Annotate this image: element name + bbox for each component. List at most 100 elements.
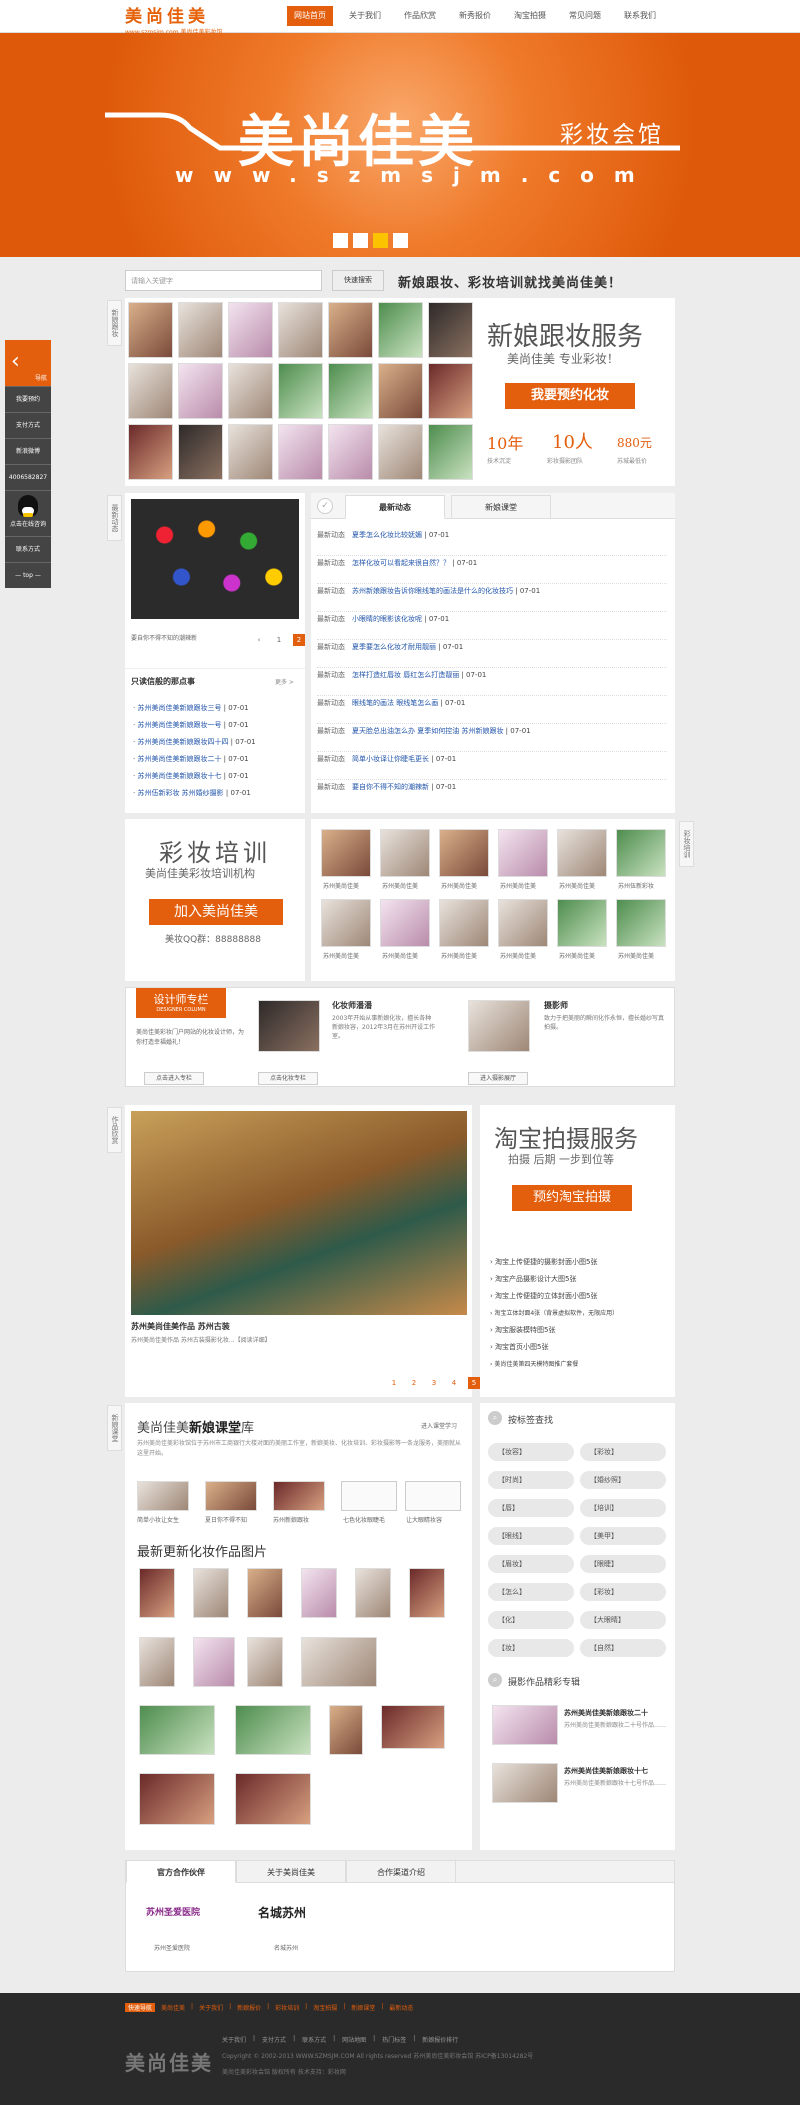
lesson-thumb[interactable] [205, 1481, 257, 1511]
footer-link[interactable]: 关于我们 [222, 2035, 246, 2044]
album-photo[interactable] [131, 1111, 467, 1315]
list-item[interactable]: · 苏州美尚佳美新娘跟妆三号 | 07-01 [133, 703, 249, 713]
page-link[interactable]: 1 [273, 634, 285, 646]
tag-pill[interactable]: 【自然】 [580, 1639, 666, 1657]
latest-thumb[interactable] [193, 1568, 229, 1618]
footer-link[interactable]: 关于我们 [199, 2003, 223, 2012]
latest-thumb[interactable] [355, 1568, 391, 1618]
work-thumb[interactable] [178, 363, 223, 419]
sidebar-toggle[interactable]: ‹ 导航 [5, 340, 51, 386]
tag-pill[interactable]: 【眼线】 [488, 1527, 574, 1545]
gallery-button[interactable]: 进入摄影展厅 [468, 1072, 528, 1085]
partner-logo[interactable]: 名城苏州 [242, 1897, 322, 1929]
gallery-thumb[interactable] [616, 899, 666, 947]
sidebar-item-qq[interactable]: 点击在线咨询 [5, 490, 51, 536]
page-link[interactable]: 2 [408, 1377, 420, 1389]
lesson-caption[interactable]: 让大眼睛妆容 [406, 1515, 442, 1524]
taobao-item[interactable]: › 淘宝首页小图5张 [490, 1342, 549, 1352]
work-thumb[interactable] [378, 424, 423, 480]
work-thumb[interactable] [178, 302, 223, 358]
gallery-thumb[interactable] [498, 899, 548, 947]
banner-dot[interactable] [353, 233, 368, 248]
special-thumb[interactable] [492, 1705, 558, 1745]
partner-name[interactable]: 名城苏州 [274, 1943, 298, 1952]
taobao-item[interactable]: › 淘宝上传便捷的立体封面小图5张 [490, 1291, 598, 1301]
chevron-left-icon[interactable]: ‹ [253, 634, 265, 646]
special-item-title[interactable]: 苏州美尚佳美新娘跟妆二十 [564, 1708, 648, 1718]
latest-thumb[interactable] [409, 1568, 445, 1618]
photographer-name[interactable]: 摄影师 [544, 1000, 568, 1011]
gallery-thumb[interactable] [557, 899, 607, 947]
page-link[interactable]: 1 [388, 1377, 400, 1389]
footer-link[interactable]: 新娘课堂 [351, 2003, 375, 2012]
footer-link[interactable]: 网站地图 [342, 2035, 366, 2044]
special-thumb[interactable] [492, 1763, 558, 1803]
work-thumb[interactable] [128, 424, 173, 480]
work-thumb[interactable] [128, 302, 173, 358]
gallery-caption[interactable]: 苏州美尚佳美 [382, 881, 418, 890]
work-thumb[interactable] [328, 363, 373, 419]
gallery-caption[interactable]: 苏州美尚佳美 [559, 951, 595, 960]
footer-link[interactable]: 最新动态 [389, 2003, 413, 2012]
tag-pill[interactable]: 【怎么】 [488, 1583, 574, 1601]
gallery-caption[interactable]: 苏州美尚佳美 [323, 881, 359, 890]
designer-name[interactable]: 化妆师潘潘 [332, 1000, 372, 1011]
work-thumb[interactable] [228, 424, 273, 480]
enter-classroom-link[interactable]: 进入课堂学习 [421, 1421, 457, 1430]
work-thumb[interactable] [128, 363, 173, 419]
footer-link[interactable]: 支付方式 [262, 2035, 286, 2044]
special-item-title[interactable]: 苏州美尚佳美新娘跟妆十七 [564, 1766, 648, 1776]
latest-thumb[interactable] [247, 1637, 283, 1687]
taobao-item[interactable]: › 淘宝服装模特图5张 [490, 1325, 556, 1335]
taobao-item[interactable]: › 淘宝产品摄影设计大图5张 [490, 1274, 577, 1284]
tag-pill[interactable]: 【时尚】 [488, 1471, 574, 1489]
gallery-caption[interactable]: 苏州伍新彩妆 [618, 881, 654, 890]
tag-pill[interactable]: 【妆容】 [488, 1443, 574, 1461]
tag-pill[interactable]: 【美甲】 [580, 1527, 666, 1545]
latest-thumb[interactable] [301, 1637, 377, 1687]
work-thumb[interactable] [428, 424, 473, 480]
work-thumb[interactable] [278, 424, 323, 480]
news-row[interactable]: 最新动态 简单小妆译让你睫毛更长 | 07-01 [317, 754, 667, 780]
designer-column-button[interactable]: 点击化妆专栏 [258, 1072, 318, 1085]
album-title[interactable]: 苏州美尚佳美作品 苏州古装 [131, 1321, 230, 1332]
sidebar-item-weibo[interactable]: 新浪微博 [5, 438, 51, 464]
latest-thumb[interactable] [139, 1705, 215, 1755]
work-thumb[interactable] [228, 302, 273, 358]
page-link[interactable]: 3 [428, 1377, 440, 1389]
list-item[interactable]: · 苏州美尚佳美新娘跟妆一号 | 07-01 [133, 720, 249, 730]
news-row[interactable]: 最新动态 眼线笔的画法 眼线笔怎么画 | 07-01 [317, 698, 667, 724]
work-thumb[interactable] [278, 302, 323, 358]
hero-banner[interactable]: 美尚佳美 彩妆会馆 www.szmsjm.com [0, 33, 800, 257]
gallery-caption[interactable]: 苏州美尚佳美 [559, 881, 595, 890]
news-row[interactable]: 最新动态 小眼睛的眼影该化妆呢 | 07-01 [317, 614, 667, 640]
book-makeup-button[interactable]: 我要预约化妆 [505, 383, 635, 409]
latest-thumb[interactable] [235, 1705, 311, 1755]
lesson-thumb[interactable] [273, 1481, 325, 1511]
taobao-item[interactable]: › 淘宝立体封面4张（背景虚拟软件，无限应用） [490, 1308, 618, 1317]
nav-taobao[interactable]: 淘宝拍摄 [507, 6, 553, 26]
partner-name[interactable]: 苏州圣爱医院 [154, 1943, 190, 1952]
lesson-thumb[interactable] [137, 1481, 189, 1511]
footer-link[interactable]: 淘宝拍摄 [313, 2003, 337, 2012]
lesson-caption[interactable]: 夏日你不得不知 [205, 1515, 247, 1524]
list-item[interactable]: · 苏州美尚佳美新娘跟妆二十 | 07-01 [133, 754, 249, 764]
logo[interactable]: 美尚佳美 www.szmsjm.com 美尚佳美彩妆馆 [125, 2, 285, 36]
tag-pill[interactable]: 【眉妆】 [488, 1555, 574, 1573]
gallery-thumb[interactable] [616, 829, 666, 877]
page-link-active[interactable]: 2 [293, 634, 305, 646]
page-link[interactable]: 4 [448, 1377, 460, 1389]
work-thumb[interactable] [178, 424, 223, 480]
partner-logo[interactable]: 苏州圣爱医院 [142, 1897, 204, 1929]
gallery-caption[interactable]: 苏州美尚佳美 [323, 951, 359, 960]
gallery-thumb[interactable] [380, 899, 430, 947]
gallery-caption[interactable]: 苏州美尚佳美 [441, 881, 477, 890]
gallery-thumb[interactable] [380, 829, 430, 877]
lesson-caption[interactable]: 苏州新娘跟妆 [273, 1515, 309, 1524]
gallery-thumb[interactable] [557, 829, 607, 877]
tab-channels[interactable]: 合作渠道介绍 [346, 1860, 456, 1883]
footer-link[interactable]: 彩妆培训 [275, 2003, 299, 2012]
latest-thumb[interactable] [193, 1637, 235, 1687]
tab-partners[interactable]: 官方合作伙伴 [126, 1860, 236, 1883]
gallery-caption[interactable]: 苏州美尚佳美 [382, 951, 418, 960]
